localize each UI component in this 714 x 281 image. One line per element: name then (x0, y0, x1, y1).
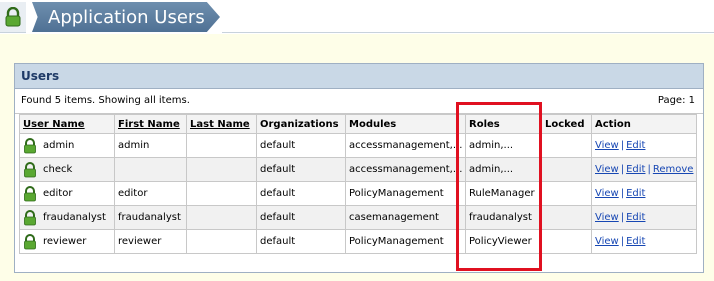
cell-modules: PolicyManagement (345, 229, 466, 254)
col-modules: Modules (345, 114, 466, 134)
cell-roles: admin,... (465, 133, 542, 158)
cell-first-name: admin (114, 133, 187, 158)
table-row: fraudanalyst fraudanalyst default casemanag… (19, 205, 697, 230)
col-roles: Roles (465, 114, 542, 134)
cell-action: View | Edit (591, 133, 697, 158)
cell-organizations: default (256, 133, 346, 158)
results-status: Found 5 items. Showing all items. Page: … (15, 89, 703, 114)
page-header: Application Users (0, 0, 714, 34)
table-header-row: User Name First Name Last Name Organizat… (19, 114, 697, 134)
action-view-link[interactable]: View (595, 188, 619, 199)
cell-organizations: default (256, 205, 346, 230)
user-lock-icon (24, 233, 36, 249)
cell-user-name: admin (19, 133, 115, 158)
action-edit-link[interactable]: Edit (626, 188, 645, 199)
action-separator: | (620, 212, 625, 223)
user-name: admin (43, 140, 75, 151)
action-view-link[interactable]: View (595, 236, 619, 247)
user-name: fraudanalyst (43, 212, 106, 223)
col-first-name[interactable]: First Name (114, 114, 187, 134)
header-icon-box (0, 2, 26, 33)
cell-modules: PolicyManagement (345, 181, 466, 206)
table-row: editor editor default PolicyManagement RuleM… (19, 181, 697, 206)
cell-locked (541, 181, 592, 206)
page-indicator: Page: 1 (657, 95, 695, 106)
user-name: editor (43, 188, 73, 199)
action-edit-link[interactable]: Edit (626, 140, 645, 151)
results-count: Found 5 items. Showing all items. (21, 95, 190, 106)
user-name: reviewer (43, 236, 87, 247)
cell-locked (541, 205, 592, 230)
cell-last-name (186, 229, 257, 254)
table-row: reviewer reviewer default PolicyManagement P… (19, 229, 697, 254)
page-title: Application Users (48, 7, 205, 28)
action-remove-link[interactable]: Remove (653, 164, 694, 175)
cell-modules: accessmanagement,... (345, 157, 466, 182)
table-row: check default accessmanagement,... admin,..… (19, 157, 697, 182)
users-table: User Name First Name Last Name Organizat… (19, 114, 697, 254)
cell-action: View | Edit (591, 229, 697, 254)
cell-user-name: reviewer (19, 229, 115, 254)
cell-first-name: fraudanalyst (114, 205, 187, 230)
action-edit-link[interactable]: Edit (626, 164, 645, 175)
col-user-name[interactable]: User Name (19, 114, 115, 134)
col-action: Action (591, 114, 697, 134)
cell-first-name: reviewer (114, 229, 187, 254)
col-last-name[interactable]: Last Name (186, 114, 257, 134)
action-separator: | (647, 164, 651, 175)
action-edit-link[interactable]: Edit (626, 212, 645, 223)
lock-icon (5, 7, 21, 27)
action-separator: | (620, 164, 625, 175)
action-view-link[interactable]: View (595, 164, 619, 175)
cell-organizations: default (256, 181, 346, 206)
user-name: check (43, 164, 73, 175)
cell-roles: fraudanalyst (465, 205, 542, 230)
col-organizations: Organizations (256, 114, 346, 134)
user-lock-icon (24, 161, 36, 177)
cell-user-name: fraudanalyst (19, 205, 115, 230)
action-separator: | (620, 140, 625, 151)
panel-title: Users (15, 64, 703, 89)
users-panel: Users Found 5 items. Showing all items. … (14, 63, 704, 273)
cell-last-name (186, 181, 257, 206)
table-row: admin admin default accessmanagement,... adm… (19, 133, 697, 158)
cell-user-name: check (19, 157, 115, 182)
cell-first-name: editor (114, 181, 187, 206)
cell-organizations: default (256, 157, 346, 182)
action-edit-link[interactable]: Edit (626, 236, 645, 247)
cell-modules: casemanagement (345, 205, 466, 230)
cell-locked (541, 229, 592, 254)
cell-last-name (186, 157, 257, 182)
cell-roles: admin,... (465, 157, 542, 182)
cell-roles: RuleManager (465, 181, 542, 206)
action-separator: | (620, 236, 625, 247)
cell-last-name (186, 205, 257, 230)
user-lock-icon (24, 185, 36, 201)
cell-action: View | Edit (591, 181, 697, 206)
header-band (222, 2, 714, 33)
cell-last-name (186, 133, 257, 158)
cell-roles: PolicyViewer (465, 229, 542, 254)
cell-action: View | Edit | Remove (591, 157, 697, 182)
user-lock-icon (24, 137, 36, 153)
col-locked: Locked (541, 114, 592, 134)
cell-organizations: default (256, 229, 346, 254)
action-view-link[interactable]: View (595, 140, 619, 151)
action-view-link[interactable]: View (595, 212, 619, 223)
cell-first-name (114, 157, 187, 182)
cell-action: View | Edit (591, 205, 697, 230)
cell-locked (541, 157, 592, 182)
cell-modules: accessmanagement,... (345, 133, 466, 158)
action-separator: | (620, 188, 625, 199)
cell-locked (541, 133, 592, 158)
cell-user-name: editor (19, 181, 115, 206)
user-lock-icon (24, 209, 36, 225)
